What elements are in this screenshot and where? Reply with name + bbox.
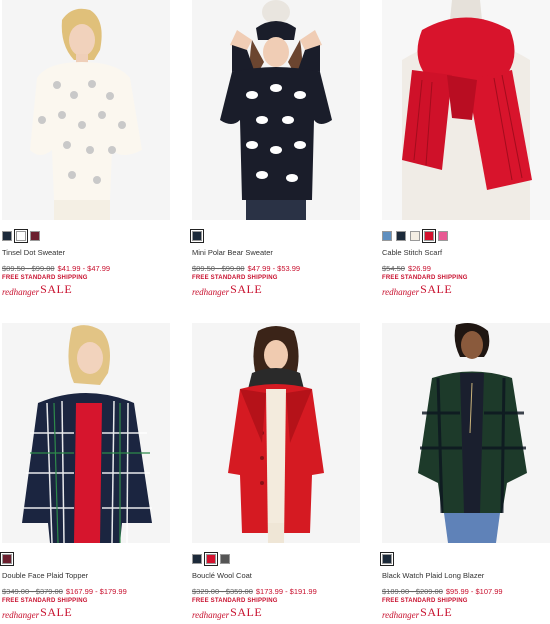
- color-swatch[interactable]: [380, 552, 394, 566]
- product-image[interactable]: [2, 323, 170, 543]
- promo-badge: redhanger SALE: [382, 282, 550, 297]
- product-name[interactable]: Cable Stitch Scarf: [382, 248, 550, 257]
- promo-badge: redhanger SALE: [192, 605, 360, 620]
- promo-badge: redhanger SALE: [2, 282, 170, 297]
- product-price: $54.50 $26.99: [382, 264, 550, 273]
- product-card[interactable]: Cable Stitch Scarf $54.50 $26.99 FREE STA…: [382, 0, 550, 297]
- promo-sale: SALE: [40, 605, 73, 619]
- promo-brand: redhanger: [382, 610, 420, 620]
- product-grid: Tinsel Dot Sweater $89.50 - $99.00 $41.99…: [0, 0, 550, 624]
- sale-price: $47.99 - $53.99: [247, 264, 301, 273]
- color-swatch[interactable]: [382, 231, 392, 241]
- color-swatch[interactable]: [14, 229, 28, 243]
- product-image[interactable]: [382, 323, 550, 543]
- promo-brand: redhanger: [2, 610, 40, 620]
- product-price: $189.00 - $209.00 $95.99 - $107.99: [382, 587, 550, 596]
- color-swatch[interactable]: [2, 231, 12, 241]
- shipping-note: FREE STANDARD SHIPPING: [2, 598, 88, 604]
- product-card[interactable]: Double Face Plaid Topper $349.00 - $379.…: [0, 323, 170, 620]
- product-name[interactable]: Mini Polar Bear Sweater: [192, 248, 360, 257]
- promo-badge: redhanger SALE: [192, 282, 360, 297]
- color-swatches: [0, 552, 170, 566]
- shipping-note: FREE STANDARD SHIPPING: [382, 598, 468, 604]
- original-price: $54.50: [382, 264, 405, 273]
- color-swatches: [2, 229, 170, 243]
- product-price: $329.00 - $359.00 $173.99 - $191.99: [192, 587, 360, 596]
- product-price: $89.50 - $99.00 $47.99 - $53.99: [192, 264, 360, 273]
- color-swatch[interactable]: [438, 231, 448, 241]
- promo-sale: SALE: [420, 282, 453, 296]
- product-card[interactable]: Mini Polar Bear Sweater $89.50 - $99.00 $…: [190, 0, 360, 297]
- promo-sale: SALE: [230, 282, 263, 296]
- color-swatch[interactable]: [190, 229, 204, 243]
- color-swatch[interactable]: [220, 554, 230, 564]
- product-price: $349.00 - $379.00 $167.99 - $179.99: [2, 587, 170, 596]
- promo-badge: redhanger SALE: [2, 605, 170, 620]
- color-swatch[interactable]: [410, 231, 420, 241]
- color-swatch[interactable]: [422, 229, 436, 243]
- color-swatches: [380, 552, 550, 566]
- promo-badge: redhanger SALE: [382, 605, 550, 620]
- sale-price: $26.99: [407, 264, 431, 273]
- product-card[interactable]: Black Watch Plaid Long Blazer $189.00 - …: [380, 323, 550, 620]
- promo-sale: SALE: [40, 282, 73, 296]
- product-name[interactable]: Bouclé Wool Coat: [192, 571, 360, 580]
- sale-price: $167.99 - $179.99: [65, 587, 127, 596]
- original-price: $189.00 - $209.00: [382, 587, 443, 596]
- color-swatch[interactable]: [30, 231, 40, 241]
- color-swatch[interactable]: [396, 231, 406, 241]
- promo-brand: redhanger: [2, 287, 40, 297]
- color-swatch[interactable]: [204, 552, 218, 566]
- promo-sale: SALE: [420, 605, 453, 619]
- promo-brand: redhanger: [192, 287, 230, 297]
- product-price: $89.50 - $99.00 $41.99 - $47.99: [2, 264, 170, 273]
- product-card[interactable]: Tinsel Dot Sweater $89.50 - $99.00 $41.99…: [2, 0, 170, 297]
- shipping-note: FREE STANDARD SHIPPING: [2, 275, 88, 281]
- color-swatch[interactable]: [192, 554, 202, 564]
- promo-brand: redhanger: [382, 287, 420, 297]
- color-swatch[interactable]: [0, 552, 14, 566]
- original-price: $89.50 - $99.00: [2, 264, 55, 273]
- product-image[interactable]: [2, 0, 170, 220]
- shipping-note: FREE STANDARD SHIPPING: [192, 598, 278, 604]
- original-price: $349.00 - $379.00: [2, 587, 63, 596]
- color-swatches: [382, 229, 550, 243]
- promo-brand: redhanger: [192, 610, 230, 620]
- original-price: $89.50 - $99.00: [192, 264, 245, 273]
- sale-price: $173.99 - $191.99: [255, 587, 317, 596]
- product-name[interactable]: Tinsel Dot Sweater: [2, 248, 170, 257]
- shipping-note: FREE STANDARD SHIPPING: [192, 275, 278, 281]
- promo-sale: SALE: [230, 605, 263, 619]
- product-card[interactable]: Bouclé Wool Coat $329.00 - $359.00 $173.9…: [192, 323, 360, 620]
- color-swatches: [190, 229, 360, 243]
- product-name[interactable]: Double Face Plaid Topper: [2, 571, 170, 580]
- product-name[interactable]: Black Watch Plaid Long Blazer: [382, 571, 550, 580]
- sale-price: $41.99 - $47.99: [57, 264, 111, 273]
- original-price: $329.00 - $359.00: [192, 587, 253, 596]
- product-image[interactable]: [192, 323, 360, 543]
- sale-price: $95.99 - $107.99: [445, 587, 503, 596]
- color-swatches: [192, 552, 360, 566]
- shipping-note: FREE STANDARD SHIPPING: [382, 275, 468, 281]
- product-image[interactable]: [382, 0, 550, 220]
- product-image[interactable]: [192, 0, 360, 220]
